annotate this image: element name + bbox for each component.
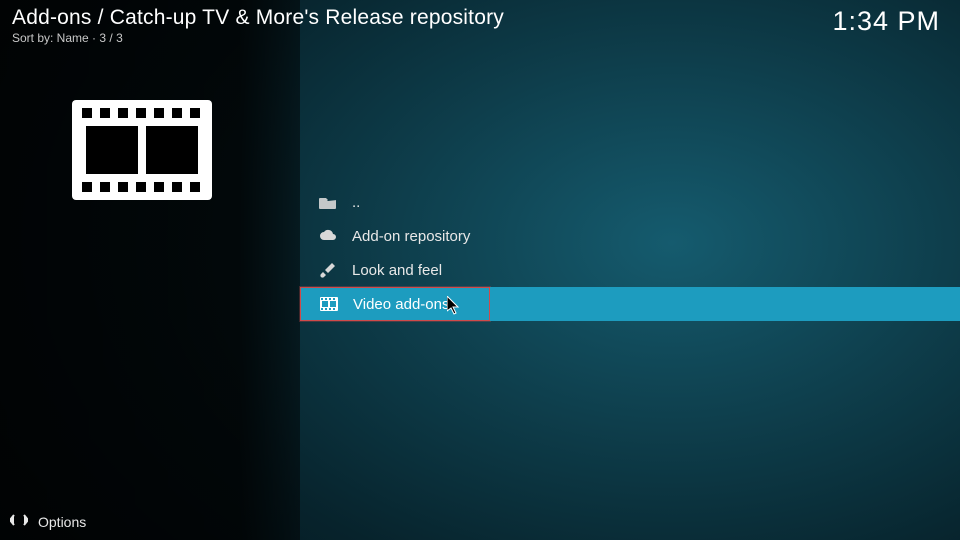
list-item-label: Add-on repository — [352, 228, 470, 245]
list-item-label: Look and feel — [352, 262, 442, 279]
footer-options[interactable]: Options — [10, 513, 86, 530]
folder-up-icon — [318, 192, 338, 212]
cloud-icon — [318, 226, 338, 246]
list-item-look-and-feel[interactable]: Look and feel — [300, 253, 960, 287]
list-item-addon-repository[interactable]: Add-on repository — [300, 219, 960, 253]
list-item-parent[interactable]: .. — [300, 185, 960, 219]
list-item-label: .. — [352, 194, 360, 211]
options-label: Options — [38, 514, 86, 530]
options-icon — [10, 513, 28, 530]
list: .. Add-on repository Look and feel Video… — [300, 185, 960, 321]
film-icon — [319, 294, 339, 314]
addon-thumbnail — [72, 100, 212, 205]
sort-label: Sort by: Name — [12, 31, 89, 45]
brush-icon — [318, 260, 338, 280]
clock: 1:34 PM — [832, 6, 940, 37]
list-item-label: Video add-ons — [353, 296, 449, 313]
sort-line: Sort by: Name · 3 / 3 — [12, 31, 948, 45]
breadcrumb: Add-ons / Catch-up TV & More's Release r… — [12, 6, 948, 30]
item-count: 3 / 3 — [99, 31, 122, 45]
sidebar — [0, 0, 300, 540]
selection-bar-extension — [490, 287, 960, 321]
header: Add-ons / Catch-up TV & More's Release r… — [12, 6, 948, 45]
film-strip-icon — [72, 100, 212, 200]
list-item-video-addons[interactable]: Video add-ons — [300, 287, 490, 321]
